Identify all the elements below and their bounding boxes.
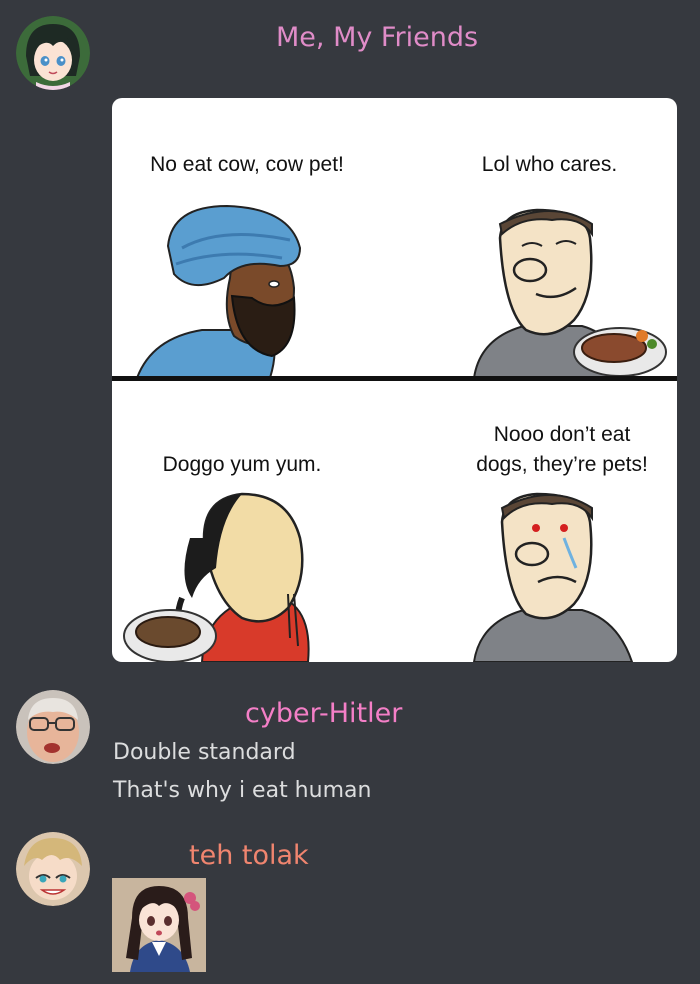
queue-man-figure (123, 492, 310, 662)
panel-caption: Nooo don’t eat dogs, they’re pets! (442, 420, 677, 480)
message-author[interactable]: teh tolak (189, 840, 309, 871)
meme-image[interactable]: No eat cow, cow pet! Lol who cares. Dogg… (112, 98, 677, 662)
anime-girl-sticker-icon (112, 878, 206, 972)
anime-boy-avatar-icon (16, 832, 90, 906)
message-text: That's why i eat human (113, 778, 372, 803)
attachment-image[interactable] (112, 878, 206, 972)
message-author[interactable]: cyber-Hitler (245, 698, 402, 729)
avatar[interactable] (16, 690, 90, 764)
anime-girl-avatar-icon (16, 16, 90, 90)
smug-man-figure (472, 208, 667, 379)
avatar[interactable] (16, 832, 90, 906)
avatar[interactable] (16, 16, 90, 90)
panel-caption: Lol who cares. (481, 153, 618, 176)
panel-caption-line: dogs, they’re pets! (476, 453, 648, 476)
panel-caption-line: Nooo don’t eat (493, 423, 631, 446)
panel-caption: No eat cow, cow pet! (150, 153, 344, 176)
panel-caption: Doggo yum yum. (162, 453, 322, 476)
old-man-avatar-icon (16, 690, 90, 764)
panel-divider (112, 376, 677, 381)
crying-man-figure (472, 492, 634, 662)
turban-man-figure (135, 204, 302, 379)
message-text: Double standard (113, 740, 296, 765)
message-author[interactable]: Me, My Friends (276, 22, 478, 53)
